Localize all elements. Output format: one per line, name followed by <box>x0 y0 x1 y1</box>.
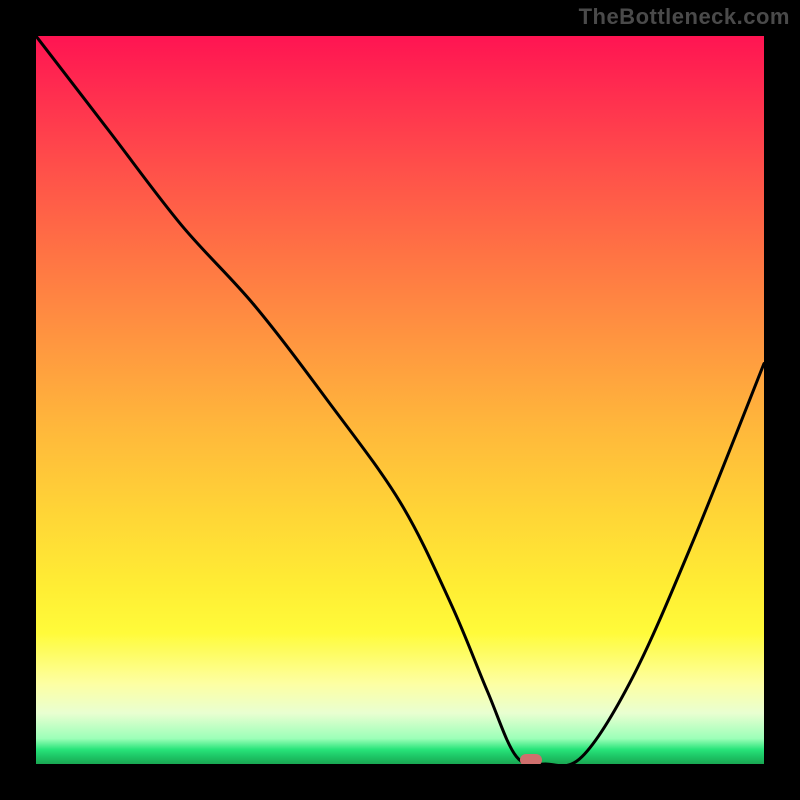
bottleneck-marker <box>520 754 542 764</box>
watermark-text: TheBottleneck.com <box>579 4 790 30</box>
curve-svg <box>36 36 764 764</box>
plot-area <box>36 36 764 764</box>
chart-frame: TheBottleneck.com <box>0 0 800 800</box>
curve-path <box>36 36 764 764</box>
